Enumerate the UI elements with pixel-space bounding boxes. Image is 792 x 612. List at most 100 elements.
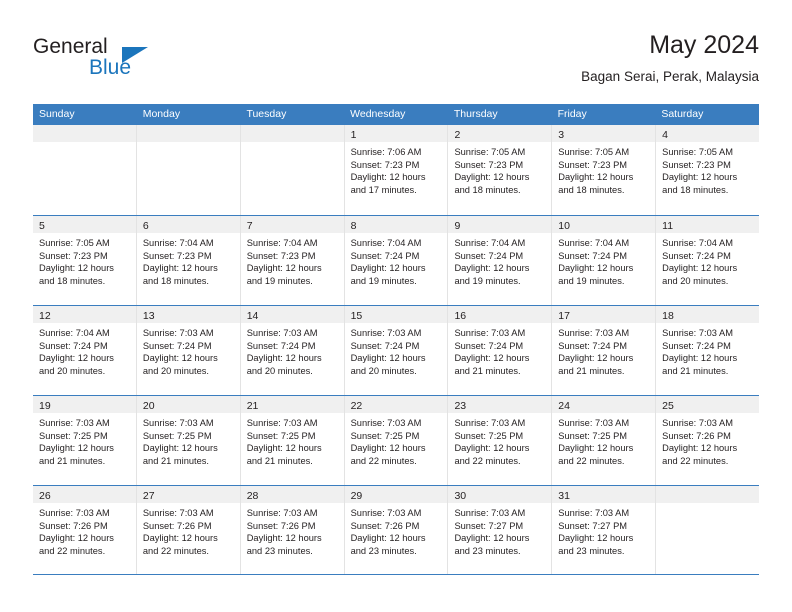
page-title: May 2024	[649, 31, 759, 59]
day-number: 9	[454, 220, 461, 232]
day-detail-line: Sunset: 7:23 PM	[558, 159, 628, 170]
day-detail-line: Sunset: 7:25 PM	[142, 430, 212, 441]
day-details: Sunrise: 7:03 AM Sunset: 7:24 PM Daylight:…	[345, 323, 448, 377]
day-cell-24[interactable]: 24 Sunrise: 7:03 AM Sunset: 7:25 PM Dayligh…	[552, 396, 657, 485]
day-detail-line: Sunrise: 7:04 AM	[662, 238, 733, 248]
day-detail-line: Sunrise: 7:05 AM	[454, 147, 526, 157]
day-detail-line: and 23 minutes.	[246, 545, 313, 556]
day-detail-line: Daylight: 12 hours	[662, 443, 738, 454]
day-detail-line: Sunrise: 7:03 AM	[350, 328, 422, 338]
day-cell-2[interactable]: 2 Sunrise: 7:05 AM Sunset: 7:23 PM Daylight…	[448, 125, 553, 215]
day-number: 7	[246, 220, 253, 232]
day-cell-31[interactable]: 31 Sunrise: 7:03 AM Sunset: 7:27 PM Dayligh…	[552, 486, 657, 574]
day-number-band	[240, 125, 344, 142]
day-detail-line: Sunset: 7:24 PM	[142, 340, 212, 351]
day-number-band: 10	[552, 216, 656, 233]
day-number: 18	[662, 310, 674, 322]
day-detail-line: Sunrise: 7:03 AM	[454, 328, 526, 338]
day-details: Sunrise: 7:03 AM Sunset: 7:24 PM Daylight:…	[137, 323, 240, 377]
day-cell-21[interactable]: 21 Sunrise: 7:03 AM Sunset: 7:25 PM Dayligh…	[240, 396, 345, 485]
day-details: Sunrise: 7:06 AM Sunset: 7:23 PM Daylight:…	[345, 142, 448, 196]
day-cell-3[interactable]: 3 Sunrise: 7:05 AM Sunset: 7:23 PM Daylight…	[552, 125, 657, 215]
day-number-band: 1	[344, 125, 448, 142]
day-detail-line: Sunrise: 7:03 AM	[142, 508, 214, 518]
day-detail-line: Daylight: 12 hours	[142, 443, 218, 454]
day-number-band: 8	[344, 216, 448, 233]
day-detail-line: Sunset: 7:24 PM	[558, 340, 628, 351]
day-detail-line: Daylight: 12 hours	[350, 353, 426, 364]
day-number: 21	[246, 400, 259, 412]
weekday-header-wednesday: Wednesday	[350, 108, 406, 120]
day-number-band: 28	[240, 486, 344, 503]
day-details: Sunrise: 7:03 AM Sunset: 7:26 PM Daylight:…	[137, 503, 240, 557]
day-cell-22[interactable]: 22 Sunrise: 7:03 AM Sunset: 7:25 PM Dayligh…	[344, 396, 449, 485]
day-number: 10	[558, 220, 570, 232]
day-cell-23[interactable]: 23 Sunrise: 7:03 AM Sunset: 7:25 PM Dayligh…	[448, 396, 553, 485]
day-cell-6[interactable]: 6 Sunrise: 7:04 AM Sunset: 7:23 PM Daylight…	[136, 216, 241, 305]
day-cell-11[interactable]: 11 Sunrise: 7:04 AM Sunset: 7:24 PM Dayligh…	[656, 216, 760, 305]
day-details: Sunrise: 7:03 AM Sunset: 7:24 PM Daylight:…	[552, 323, 655, 377]
day-cell-25[interactable]: 25 Sunrise: 7:03 AM Sunset: 7:26 PM Dayligh…	[656, 396, 760, 485]
day-cell-19[interactable]: 19 Sunrise: 7:03 AM Sunset: 7:25 PM Dayligh…	[33, 396, 137, 485]
day-detail-line: Sunrise: 7:04 AM	[454, 238, 526, 248]
day-detail-line: Sunset: 7:24 PM	[454, 340, 524, 351]
day-detail-line: Sunset: 7:24 PM	[454, 250, 524, 261]
day-cell-20[interactable]: 20 Sunrise: 7:03 AM Sunset: 7:25 PM Dayligh…	[136, 396, 241, 485]
day-cell-26[interactable]: 26 Sunrise: 7:03 AM Sunset: 7:26 PM Dayligh…	[33, 486, 137, 574]
calendar-week-row: 19 Sunrise: 7:03 AM Sunset: 7:25 PM Dayligh…	[33, 395, 760, 485]
day-cell-17[interactable]: 17 Sunrise: 7:03 AM Sunset: 7:24 PM Dayligh…	[552, 306, 657, 395]
day-detail-line: Sunrise: 7:03 AM	[246, 508, 318, 518]
day-number-band: 27	[136, 486, 240, 503]
day-cell-18[interactable]: 18 Sunrise: 7:03 AM Sunset: 7:24 PM Dayligh…	[656, 306, 760, 395]
day-cell-4[interactable]: 4 Sunrise: 7:05 AM Sunset: 7:23 PM Daylight…	[656, 125, 760, 215]
day-details: Sunrise: 7:04 AM Sunset: 7:23 PM Daylight:…	[137, 233, 240, 287]
day-cell-27[interactable]: 27 Sunrise: 7:03 AM Sunset: 7:26 PM Dayligh…	[136, 486, 241, 574]
calendar-week-row: 26 Sunrise: 7:03 AM Sunset: 7:26 PM Dayligh…	[33, 485, 760, 575]
day-cell-9[interactable]: 9 Sunrise: 7:04 AM Sunset: 7:24 PM Daylight…	[448, 216, 553, 305]
day-detail-line: Sunset: 7:23 PM	[39, 250, 108, 261]
day-cell-30[interactable]: 30 Sunrise: 7:03 AM Sunset: 7:27 PM Dayligh…	[448, 486, 553, 574]
day-number: 11	[662, 220, 674, 232]
day-details: Sunrise: 7:03 AM Sunset: 7:25 PM Daylight:…	[137, 413, 240, 467]
day-detail-line: and 23 minutes.	[350, 545, 417, 556]
day-number: 13	[142, 310, 155, 322]
day-cell-8[interactable]: 8 Sunrise: 7:04 AM Sunset: 7:24 PM Daylight…	[344, 216, 449, 305]
day-details: Sunrise: 7:03 AM Sunset: 7:25 PM Daylight:…	[33, 413, 136, 467]
day-cell-7[interactable]: 7 Sunrise: 7:04 AM Sunset: 7:23 PM Daylight…	[240, 216, 345, 305]
day-detail-line: Sunset: 7:24 PM	[662, 340, 731, 351]
day-cell-14[interactable]: 14 Sunrise: 7:03 AM Sunset: 7:24 PM Dayligh…	[240, 306, 345, 395]
day-cell-15[interactable]: 15 Sunrise: 7:03 AM Sunset: 7:24 PM Dayligh…	[344, 306, 449, 395]
day-cell-1[interactable]: 1 Sunrise: 7:06 AM Sunset: 7:23 PM Daylight…	[344, 125, 449, 215]
day-cell-28[interactable]: 28 Sunrise: 7:03 AM Sunset: 7:26 PM Dayligh…	[240, 486, 345, 574]
day-cell-12[interactable]: 12 Sunrise: 7:04 AM Sunset: 7:24 PM Dayligh…	[33, 306, 137, 395]
day-cell-29[interactable]: 29 Sunrise: 7:03 AM Sunset: 7:26 PM Dayligh…	[344, 486, 449, 574]
calendar-weeks: 1 Sunrise: 7:06 AM Sunset: 7:23 PM Daylight…	[33, 125, 760, 575]
day-number-band: 6	[136, 216, 240, 233]
day-detail-line: and 20 minutes.	[142, 365, 210, 376]
day-detail-line: Sunrise: 7:03 AM	[142, 418, 214, 428]
day-detail-line: Daylight: 12 hours	[662, 263, 738, 274]
brand-logo[interactable]: General Blue	[33, 36, 233, 86]
day-details	[33, 142, 136, 146]
day-number-band: 20	[136, 396, 240, 413]
day-detail-line: Sunset: 7:24 PM	[39, 340, 108, 351]
day-cell-5[interactable]: 5 Sunrise: 7:05 AM Sunset: 7:23 PM Daylight…	[33, 216, 137, 305]
day-number: 23	[454, 400, 467, 412]
day-detail-line: and 19 minutes.	[558, 275, 625, 286]
day-detail-line: and 21 minutes.	[142, 455, 210, 466]
day-detail-line: and 21 minutes.	[662, 365, 729, 376]
day-detail-line: Daylight: 12 hours	[142, 353, 218, 364]
day-detail-line: Sunset: 7:26 PM	[142, 520, 212, 531]
day-detail-line: Sunset: 7:26 PM	[246, 520, 316, 531]
day-cell-10[interactable]: 10 Sunrise: 7:04 AM Sunset: 7:24 PM Dayligh…	[552, 216, 657, 305]
day-number: 16	[454, 310, 467, 322]
day-number: 28	[246, 490, 259, 502]
day-number: 3	[558, 129, 565, 141]
day-number-band: 11	[656, 216, 760, 233]
day-cell-empty	[33, 125, 137, 215]
day-cell-13[interactable]: 13 Sunrise: 7:03 AM Sunset: 7:24 PM Dayligh…	[136, 306, 241, 395]
day-details: Sunrise: 7:05 AM Sunset: 7:23 PM Daylight:…	[552, 142, 655, 196]
day-detail-line: Sunrise: 7:03 AM	[662, 418, 733, 428]
day-details: Sunrise: 7:03 AM Sunset: 7:26 PM Daylight:…	[656, 413, 759, 467]
day-cell-16[interactable]: 16 Sunrise: 7:03 AM Sunset: 7:24 PM Dayligh…	[448, 306, 553, 395]
